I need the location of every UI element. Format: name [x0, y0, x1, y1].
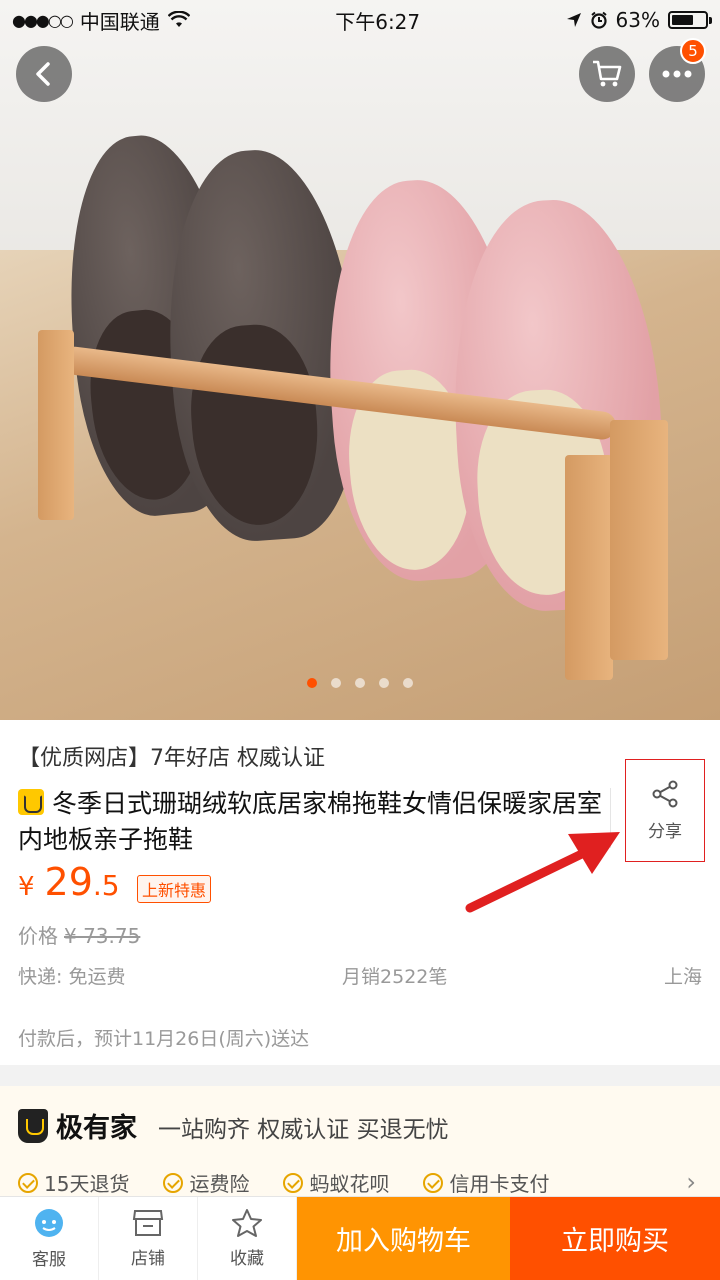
chevron-left-icon [36, 62, 50, 86]
ship-from-location: 上海 [663, 966, 702, 988]
customer-service-label: 客服 [32, 1250, 66, 1270]
check-circle-icon [18, 1172, 38, 1193]
carousel-dot[interactable] [379, 678, 389, 688]
cart-button[interactable] [579, 46, 635, 102]
carousel-indicator [0, 678, 720, 688]
status-time: 下午6:27 [335, 9, 421, 34]
product-photo-rack-post [610, 420, 668, 660]
carousel-dot[interactable] [331, 678, 341, 688]
customer-service-icon [35, 1209, 63, 1237]
guarantee-item: 蚂蚁花呗 [283, 1168, 389, 1197]
product-detail-page: ●●●○○ 中国联通 下午6:27 63% 5 【优质网店】7年好店 权威认证 … [0, 0, 720, 1280]
check-circle-icon [283, 1172, 304, 1193]
price-currency: ¥ [18, 872, 35, 902]
status-bar: ●●●○○ 中国联通 下午6:27 63% [0, 0, 720, 40]
price-integer: 29 [44, 860, 93, 904]
original-price-label: 价格 [18, 924, 58, 948]
product-image-carousel[interactable]: ●●●○○ 中国联通 下午6:27 63% 5 [0, 0, 720, 720]
share-label: 分享 [648, 822, 682, 842]
guarantee-label: 信用卡支付 [449, 1172, 550, 1196]
promotion-badge: 上新特惠 [137, 875, 212, 903]
share-icon [652, 780, 678, 808]
battery-icon [668, 11, 712, 29]
carousel-dot[interactable] [355, 678, 365, 688]
original-price: 价格 ¥ 73.75 [18, 920, 140, 949]
annotation-arrow-icon [465, 832, 620, 913]
current-price: ¥ 29 .5 [18, 860, 120, 904]
shop-quality-tag: 【优质网店】7年好店 权威认证 [18, 746, 325, 771]
buy-now-button[interactable]: 立即购买 [510, 1197, 720, 1280]
signal-strength-icon: ●●●○○ [12, 10, 74, 30]
message-count-badge: 5 [680, 38, 706, 64]
tmall-shop-icon [18, 789, 44, 815]
brand-name: 极有家 [56, 1113, 137, 1144]
store-button[interactable]: 店铺 [99, 1197, 198, 1280]
guarantee-label: 运费险 [189, 1172, 250, 1196]
promo-slogan: 一站购齐 权威认证 买退无忧 [158, 1117, 449, 1143]
shipping-sales-row: 快递: 免运费 月销2522笔 上海 [18, 962, 702, 989]
bottom-action-bar: 客服 店铺 收藏 加入购物车 立即购买 [0, 1196, 720, 1280]
more-dots-icon [662, 70, 692, 78]
service-guarantees: 15天退货 运费险 蚂蚁花呗 信用卡支付 [18, 1168, 549, 1197]
price-decimal: .5 [92, 869, 120, 902]
carrier-label: 中国联通 [79, 9, 160, 34]
promo-brand: 极有家 [18, 1106, 137, 1145]
guarantee-item: 15天退货 [18, 1168, 129, 1197]
guarantee-label: 蚂蚁花呗 [309, 1172, 390, 1196]
share-button[interactable]: 分享 [625, 759, 705, 862]
jiyoujia-logo-icon [18, 1108, 48, 1143]
store-icon [132, 1210, 164, 1236]
check-circle-icon [163, 1172, 184, 1193]
monthly-sales: 月销2522笔 [342, 966, 448, 988]
product-photo-rack-post [565, 455, 613, 680]
customer-service-button[interactable]: 客服 [0, 1197, 99, 1280]
favorite-button[interactable]: 收藏 [198, 1197, 297, 1280]
original-price-value: ¥ 73.75 [64, 924, 141, 948]
carousel-dot[interactable] [403, 678, 413, 688]
product-photo-rack-post [38, 330, 74, 520]
add-to-cart-button[interactable]: 加入购物车 [297, 1197, 510, 1280]
jiyoujia-promo-banner[interactable]: 极有家 一站购齐 权威认证 买退无忧 15天退货 运费险 蚂蚁花呗 信用卡支付 … [0, 1086, 720, 1196]
guarantee-label: 15天退货 [44, 1172, 130, 1196]
alarm-clock-icon [590, 11, 607, 29]
favorite-label: 收藏 [230, 1249, 264, 1269]
wifi-icon [167, 11, 190, 27]
guarantee-item: 信用卡支付 [423, 1168, 549, 1197]
carousel-dot[interactable] [307, 678, 317, 688]
battery-percent: 63% [615, 8, 660, 32]
shopping-cart-icon [593, 60, 622, 87]
check-circle-icon [423, 1172, 444, 1193]
chevron-right-icon[interactable]: › [686, 1168, 696, 1196]
back-button[interactable] [16, 46, 72, 102]
store-label: 店铺 [131, 1249, 165, 1269]
location-arrow-icon [566, 13, 581, 27]
star-icon [232, 1209, 262, 1237]
shipping-info: 快递: 免运费 [18, 966, 126, 988]
delivery-estimate: 付款后，预计11月26日(周六)送达 [18, 1028, 310, 1050]
guarantee-item: 运费险 [163, 1168, 249, 1197]
